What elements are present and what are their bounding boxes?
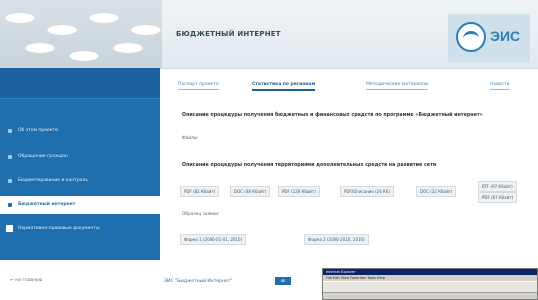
sub-label: Образец заявки: xyxy=(182,212,220,217)
sidebar-item-label: Нормативно-правовые документы xyxy=(18,226,100,231)
sidebar-item-about[interactable]: Об этом проекте xyxy=(0,122,160,140)
page-header: БЮДЖЕТНЫЙ ИНТЕРНЕТ ЭИС xyxy=(0,0,538,69)
sidebar-item-label: Об этом проекте xyxy=(18,128,58,133)
logo[interactable]: ЭИС xyxy=(448,14,530,62)
footer-link[interactable]: ЭИС "Бюджетный Интернет" xyxy=(164,279,232,284)
thumbnail-toolbar xyxy=(323,281,537,293)
logo-text: ЭИС xyxy=(490,28,521,44)
tab-methods[interactable]: Методические материалы xyxy=(366,82,429,90)
file-link[interactable]: PDF (126 Кбайт) xyxy=(278,186,320,197)
file-link[interactable]: RTF (97 Кбайт) xyxy=(478,181,517,192)
sidebar: Об этом проекте Обращения граждан Бюджет… xyxy=(0,68,160,260)
tab-bar: Паспорт проекта Статистика по регионам М… xyxy=(170,82,538,96)
form-file-link[interactable]: Форма 2 (2006-2010, 2010) xyxy=(304,234,369,245)
bullet-icon xyxy=(8,129,12,133)
header-decoration xyxy=(0,0,162,68)
tab-statistics[interactable]: Статистика по регионам xyxy=(252,82,316,91)
sidebar-item-appeals[interactable]: Обращения граждан xyxy=(0,148,160,166)
section-title: Описание процедуры получения бюджетных и… xyxy=(182,113,483,118)
sidebar-item-budgeting[interactable]: Бюджетирование и контроль xyxy=(0,172,160,190)
main-content: Паспорт проекта Статистика по регионам М… xyxy=(170,68,538,268)
file-link[interactable]: DOC (32 Кбайт) xyxy=(416,186,457,197)
sidebar-item-documents[interactable]: Нормативно-правовые документы xyxy=(0,220,160,238)
sidebar-item-label: Бюджетный интернет xyxy=(18,202,76,207)
file-link[interactable]: PDF/Описание (24 Кб) xyxy=(340,186,394,197)
file-link[interactable]: DOC (48 Кбайт) xyxy=(230,186,271,197)
section-meta: Файлы: xyxy=(182,136,199,141)
site-title: БЮДЖЕТНЫЙ ИНТЕРНЕТ xyxy=(176,30,281,38)
sidebar-item-budget-internet[interactable]: Бюджетный интернет xyxy=(0,196,160,214)
sidebar-item-label: Обращения граждан xyxy=(18,154,68,159)
sidebar-header xyxy=(0,68,160,99)
sidebar-item-label: Бюджетирование и контроль xyxy=(18,178,88,183)
footer-button[interactable]: ok xyxy=(275,277,291,285)
tab-news[interactable]: Новости xyxy=(490,82,510,90)
section-title: Описание процедуры получения территориям… xyxy=(182,163,437,168)
square-icon xyxy=(6,225,13,232)
file-link[interactable]: PDF (67 Кбайт) xyxy=(478,192,518,203)
bullet-icon xyxy=(8,155,12,159)
logo-icon xyxy=(456,22,486,52)
bullet-icon xyxy=(8,179,12,183)
tab-passport[interactable]: Паспорт проекта xyxy=(178,82,219,90)
back-link[interactable]: ← на главную xyxy=(10,278,42,283)
file-link[interactable]: PDF (82 Кбайт) xyxy=(180,186,220,197)
form-file-link[interactable]: Форма 1 (2006-01-01, 2010) xyxy=(180,234,247,245)
bullet-icon xyxy=(8,203,12,207)
screenshot-thumbnail: Internet Explorer File Edit View Favorit… xyxy=(322,268,538,300)
